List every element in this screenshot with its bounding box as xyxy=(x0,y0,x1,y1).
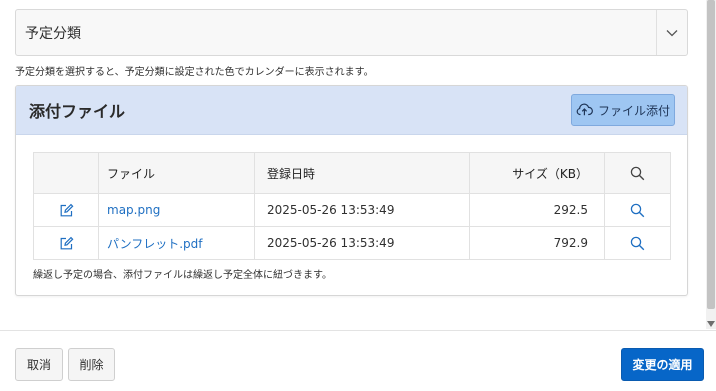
size-cell: 792.9 xyxy=(469,226,605,260)
file-column-header[interactable]: ファイル xyxy=(98,152,255,194)
attachments-note: 繰返し予定の場合、添付ファイルは繰返し予定全体に紐づきます。 xyxy=(33,270,332,281)
registered-cell: 2025-05-26 13:53:49 xyxy=(254,226,470,260)
chevron-down-icon[interactable] xyxy=(656,10,687,55)
view-cell xyxy=(604,193,671,227)
add-file-button[interactable]: ファイル添付 xyxy=(571,94,675,126)
cancel-button[interactable]: 取消 xyxy=(15,348,63,381)
attachments-header: 添付ファイル ファイル添付 xyxy=(16,86,687,135)
scrollbar-thumb[interactable] xyxy=(707,0,715,309)
file-link[interactable]: map.png xyxy=(107,203,160,217)
file-name-cell: パンフレット.pdf xyxy=(98,226,255,260)
file-link[interactable]: パンフレット.pdf xyxy=(107,237,203,251)
size-column-header[interactable]: サイズ（KB） xyxy=(469,152,605,194)
attachments-title: 添付ファイル xyxy=(29,102,126,121)
cloud-upload-icon xyxy=(576,102,593,119)
scroll-down-arrow-icon[interactable] xyxy=(707,321,715,327)
table-row: パンフレット.pdf 2025-05-26 13:53:49 792.9 xyxy=(33,226,671,260)
attachments-table: ファイル 登録日時 サイズ（KB） map.png 2025-05-26 13:… xyxy=(33,152,671,260)
attachments-region: 添付ファイル ファイル添付 ファイル 登録日時 サイズ（KB） map.png … xyxy=(15,85,688,296)
add-file-button-label: ファイル添付 xyxy=(597,103,670,118)
table-header-row: ファイル 登録日時 サイズ（KB） xyxy=(33,152,671,194)
search-icon[interactable] xyxy=(630,236,645,251)
edit-icon[interactable] xyxy=(59,203,74,218)
edit-cell xyxy=(33,193,99,227)
schedule-category-select[interactable]: 予定分類 xyxy=(15,9,688,56)
table-row: map.png 2025-05-26 13:53:49 292.5 xyxy=(33,193,671,227)
vertical-scrollbar[interactable] xyxy=(706,0,716,329)
search-column-header[interactable] xyxy=(604,152,671,194)
view-cell xyxy=(604,226,671,260)
edit-column-header xyxy=(33,152,99,194)
registered-cell: 2025-05-26 13:53:49 xyxy=(254,193,470,227)
schedule-category-value: 予定分類 xyxy=(25,25,81,42)
schedule-category-help: 予定分類を選択すると、予定分類に設定された色でカレンダーに表示されます。 xyxy=(15,67,374,78)
size-cell: 292.5 xyxy=(469,193,605,227)
dialog-footer: 取消 削除 変更の適用 xyxy=(0,330,716,391)
registered-column-header[interactable]: 登録日時 xyxy=(254,152,470,194)
apply-changes-button[interactable]: 変更の適用 xyxy=(621,348,704,381)
search-icon[interactable] xyxy=(630,203,645,218)
delete-button[interactable]: 削除 xyxy=(68,348,115,381)
file-name-cell: map.png xyxy=(98,193,255,227)
edit-icon[interactable] xyxy=(59,236,74,251)
search-icon[interactable] xyxy=(630,166,645,181)
edit-cell xyxy=(33,226,99,260)
